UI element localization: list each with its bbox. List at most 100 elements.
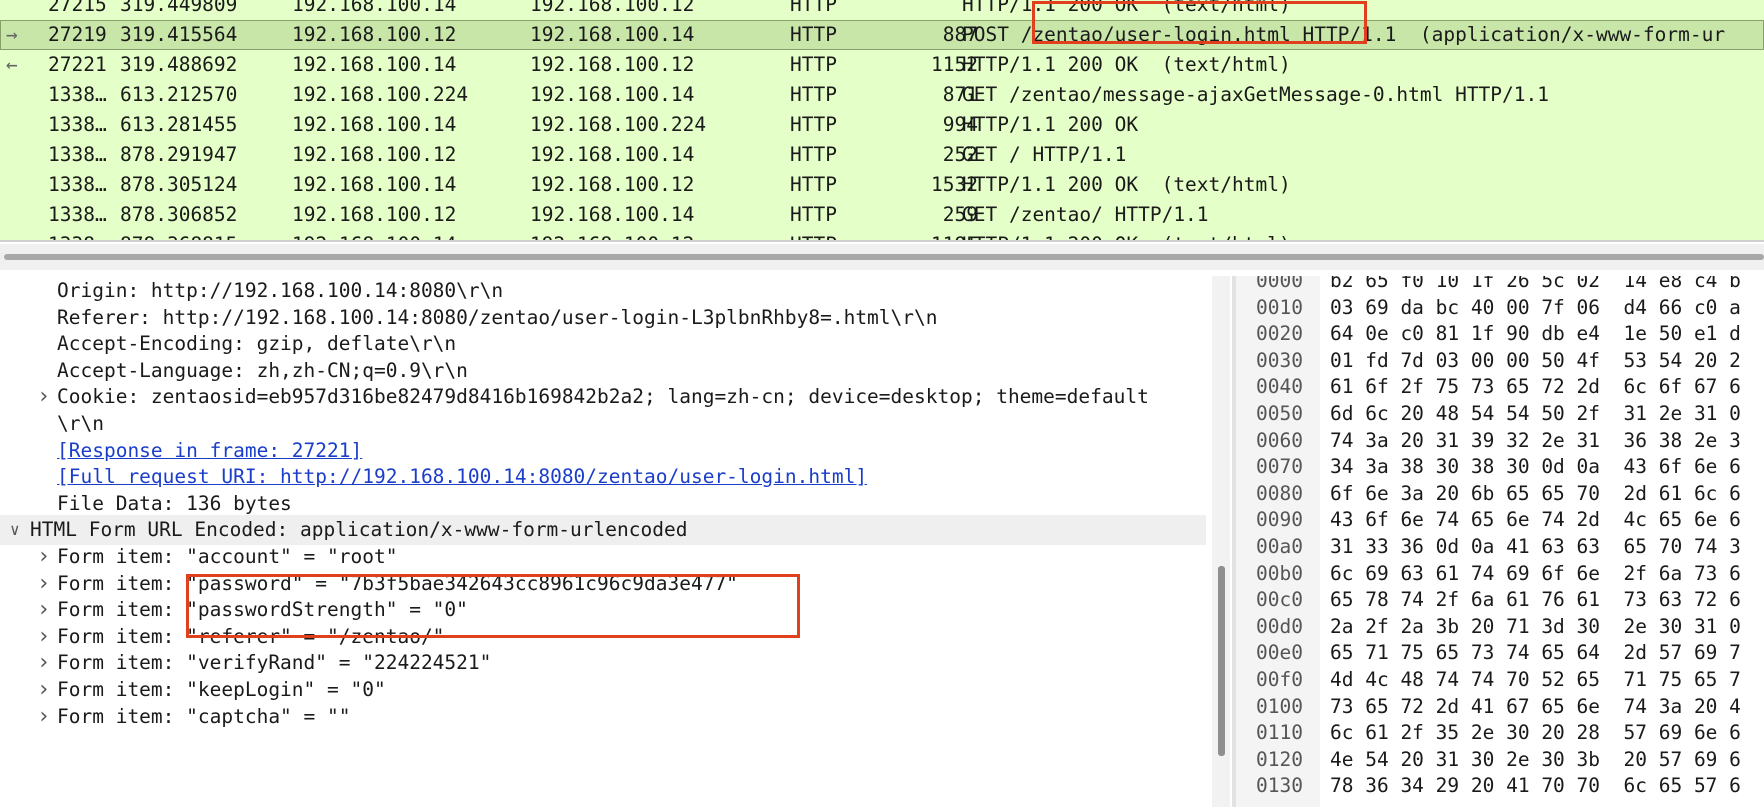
packet-destination: 192.168.100.14: [530, 143, 695, 166]
packet-list: 27215 319.449809 192.168.100.14 192.168.100…: [0, 0, 1764, 242]
list-divider: [0, 240, 1764, 242]
packet-destination: 192.168.100.12: [530, 0, 695, 16]
byte-offset: 00a0: [1256, 535, 1303, 558]
packet-info: HTTP/1.1 200 OK (text/html): [962, 173, 1291, 196]
packet-protocol: HTTP: [790, 53, 837, 76]
pane-splitter[interactable]: [0, 244, 1764, 270]
byte-hex[interactable]: 4d 4c 48 74 74 70 52 65 71 75 65 7: [1330, 665, 1741, 695]
chevron-right-icon[interactable]: ›: [37, 542, 50, 572]
byte-hex[interactable]: 65 71 75 65 73 74 65 64 2d 57 69 7: [1330, 638, 1741, 668]
packet-info: HTTP/1.1 200 OK (text/html): [962, 53, 1291, 76]
byte-hex[interactable]: 78 36 34 29 20 41 70 70 6c 65 57 6: [1330, 771, 1741, 801]
tree-item-label: Form item: "captcha" = "": [57, 705, 351, 728]
packet-protocol: HTTP: [790, 83, 837, 106]
byte-offset: 0130: [1256, 774, 1303, 797]
packet-protocol: HTTP: [790, 203, 837, 226]
details-scrollbar[interactable]: [1212, 276, 1230, 807]
packet-protocol: HTTP: [790, 173, 837, 196]
byte-hex[interactable]: 6c 61 2f 35 2e 30 20 28 57 69 6e 6: [1330, 718, 1741, 748]
packet-source: 192.168.100.224: [292, 83, 469, 106]
packet-row[interactable]: 1338… 878.305124 192.168.100.14 192.168.100…: [0, 170, 1764, 200]
byte-hex[interactable]: 65 78 74 2f 6a 61 76 61 73 63 72 6: [1330, 585, 1741, 615]
byte-hex[interactable]: 31 33 36 0d 0a 41 63 63 65 70 74 3: [1330, 532, 1741, 562]
packet-number: 27219: [48, 23, 107, 46]
byte-offset: 00c0: [1256, 588, 1303, 611]
detail-field: Accept-Encoding: gzip, deflate\r\n: [57, 332, 457, 355]
byte-hex[interactable]: 64 0e c0 81 1f 90 db e4 1e 50 e1 d: [1330, 319, 1741, 349]
packet-number: 1338…: [48, 173, 107, 196]
packet-protocol: HTTP: [790, 0, 837, 16]
tree-section-label: HTML Form URL Encoded: application/x-www…: [30, 518, 688, 541]
packet-destination: 192.168.100.12: [530, 173, 695, 196]
packet-destination: 192.168.100.14: [530, 23, 695, 46]
chevron-right-icon[interactable]: ›: [37, 675, 50, 705]
packet-source: 192.168.100.12: [292, 23, 457, 46]
packet-time: 319.415564: [120, 23, 238, 46]
frame-link[interactable]: [Full request URI: http://192.168.100.14…: [57, 462, 867, 492]
packet-time: 878.305124: [120, 173, 238, 196]
packet-row[interactable]: 27215 319.449809 192.168.100.14 192.168.100…: [0, 0, 1764, 20]
request-arrow-icon: →: [6, 23, 18, 46]
chevron-down-icon[interactable]: ∨: [10, 515, 20, 545]
packet-row[interactable]: ← 27221 319.488692 192.168.100.14 192.168.10…: [0, 50, 1764, 80]
tree-section[interactable]: ∨ HTML Form URL Encoded: application/x-ww…: [0, 515, 1206, 545]
details-scrollbar-thumb[interactable]: [1218, 566, 1225, 756]
packet-bytes-pane: 0000 b2 65 f0 10 1f 26 5c 02 14 e8 c4 b 00…: [1236, 276, 1764, 807]
tree-item-label: Form item: "keepLogin" = "0": [57, 678, 386, 701]
packet-info: HTTP/1.1 200 OK (text/html): [962, 0, 1291, 16]
byte-hex[interactable]: 43 6f 6e 74 65 6e 74 2d 4c 65 6e 6: [1330, 505, 1741, 535]
packet-info: POST /zentao/user-login.html HTTP/1.1 (a…: [962, 23, 1726, 46]
chevron-right-icon[interactable]: ›: [37, 702, 50, 732]
tree-item-label: Form item: "verifyRand" = "224224521": [57, 651, 492, 674]
packet-info: GET /zentao/message-ajaxGetMessage-0.htm…: [962, 83, 1549, 106]
packet-time: 878.291947: [120, 143, 238, 166]
packet-number: 1338…: [48, 83, 107, 106]
packet-source: 192.168.100.12: [292, 143, 457, 166]
chevron-right-icon[interactable]: ›: [37, 382, 50, 412]
packet-time: 613.212570: [120, 83, 238, 106]
byte-offset: 0040: [1256, 375, 1303, 398]
tree-item-label: Form item: "passwordStrength" = "0": [57, 598, 468, 621]
packet-protocol: HTTP: [790, 23, 837, 46]
packet-info: GET / HTTP/1.1: [962, 143, 1127, 166]
packet-number: 1338…: [48, 143, 107, 166]
detail-field: \r\n: [57, 412, 104, 435]
byte-hex[interactable]: 34 3a 38 30 38 30 0d 0a 43 6f 6e 6: [1330, 452, 1741, 482]
packet-number: 27215: [48, 0, 107, 16]
packet-row[interactable]: 1338… 613.212570 192.168.100.224 192.168.10…: [0, 80, 1764, 110]
packet-number: 1338…: [48, 113, 107, 136]
byte-offset: 00e0: [1256, 641, 1303, 664]
byte-offset: 0020: [1256, 322, 1303, 345]
byte-hex[interactable]: 61 6f 2f 75 73 65 72 2d 6c 6f 67 6: [1330, 372, 1741, 402]
response-arrow-icon: ←: [6, 53, 18, 76]
byte-hex[interactable]: 6d 6c 20 48 54 54 50 2f 31 2e 31 0: [1330, 399, 1741, 429]
packet-row[interactable]: → 27219 319.415564 192.168.100.12 192.168.10…: [0, 20, 1764, 50]
packet-time: 319.449809: [120, 0, 238, 16]
packet-time: 878.306852: [120, 203, 238, 226]
horizontal-scrollbar[interactable]: [4, 254, 1764, 260]
packet-destination: 192.168.100.224: [530, 113, 707, 136]
tree-item-label: Form item: "account" = "root": [57, 545, 398, 568]
packet-destination: 192.168.100.14: [530, 83, 695, 106]
packet-row[interactable]: 1338… 613.281455 192.168.100.14 192.168.100…: [0, 110, 1764, 140]
packet-number: 1338…: [48, 203, 107, 226]
packet-source: 192.168.100.14: [292, 173, 457, 196]
byte-offset: 0070: [1256, 455, 1303, 478]
byte-offset: 0110: [1256, 721, 1303, 744]
packet-source: 192.168.100.14: [292, 53, 457, 76]
packet-source: 192.168.100.14: [292, 0, 457, 16]
packet-protocol: HTTP: [790, 143, 837, 166]
packet-source: 192.168.100.14: [292, 113, 457, 136]
packet-row[interactable]: 1338… 878.291947 192.168.100.12 192.168.100…: [0, 140, 1764, 170]
packet-destination: 192.168.100.14: [530, 203, 695, 226]
chevron-right-icon[interactable]: ›: [37, 648, 50, 678]
packet-time: 319.488692: [120, 53, 238, 76]
tree-item-label: Cookie: zentaosid=eb957d316be82479d8416b…: [57, 385, 1149, 408]
packet-destination: 192.168.100.12: [530, 53, 695, 76]
chevron-right-icon[interactable]: ›: [37, 595, 50, 625]
packet-info: GET /zentao/ HTTP/1.1: [962, 203, 1209, 226]
byte-offset: 0090: [1256, 508, 1303, 531]
packet-protocol: HTTP: [790, 113, 837, 136]
byte-offset: 0050: [1256, 402, 1303, 425]
packet-row[interactable]: 1338… 878.306852 192.168.100.12 192.168.100…: [0, 200, 1764, 230]
